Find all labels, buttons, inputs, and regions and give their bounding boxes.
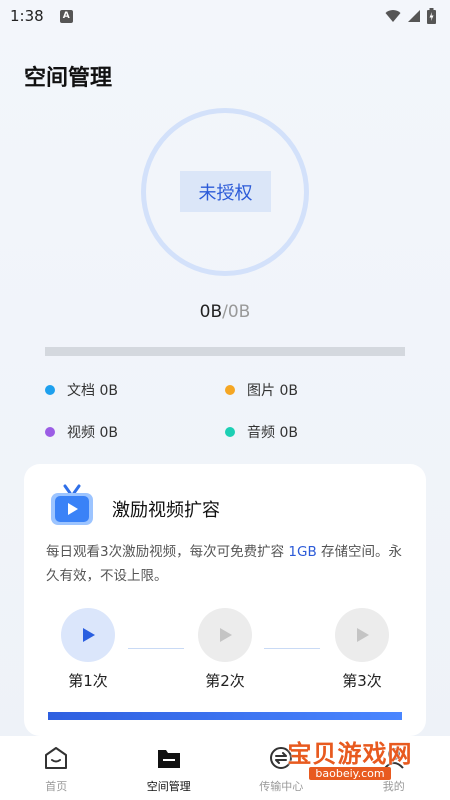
reward-video-card: 激励视频扩容 每日观看3次激励视频，每次可免费扩容 1GB 存储空间。永久有效，… — [24, 464, 426, 736]
authorization-status-button[interactable]: 未授权 — [180, 171, 271, 212]
reward-card-description: 每日观看3次激励视频，每次可免费扩容 1GB 存储空间。永久有效，不设上限。 — [46, 540, 410, 588]
storage-usage: 0B/0B — [0, 302, 450, 322]
legend-images-label: 图片 0B — [247, 383, 298, 399]
legend-documents-label: 文档 0B — [67, 383, 118, 399]
step-3-label: 第3次 — [342, 672, 382, 690]
page-title: 空间管理 — [24, 66, 113, 91]
nav-label-home: 首页 — [45, 780, 68, 793]
battery-icon — [427, 8, 436, 24]
folder-icon — [155, 744, 183, 772]
reward-card-title: 激励视频扩容 — [112, 500, 220, 521]
legend-audio: 音频 0B — [225, 422, 298, 442]
play-icon — [83, 628, 95, 642]
watermark-logo: 宝贝游戏网 baobeiy.com — [275, 706, 425, 782]
legend-audio-label: 音频 0B — [247, 425, 298, 441]
legend-videos: 视频 0B — [45, 422, 118, 442]
storage-used: 0B — [199, 302, 223, 322]
cellular-signal-icon — [408, 10, 420, 22]
reward-desc-highlight: 1GB — [288, 544, 317, 560]
home-icon — [42, 744, 70, 772]
play-icon — [357, 628, 369, 642]
storage-progress-bar — [45, 347, 405, 356]
wifi-icon — [385, 10, 401, 22]
legend-videos-label: 视频 0B — [67, 425, 118, 441]
nav-item-space-management[interactable]: 空间管理 — [113, 736, 226, 800]
watermark-text: 宝贝游戏网 — [287, 740, 413, 768]
watch-video-1-button[interactable] — [61, 608, 115, 662]
legend-images: 图片 0B — [225, 380, 298, 400]
notification-icon: A — [59, 9, 73, 23]
watch-video-3-button[interactable] — [335, 608, 389, 662]
watch-video-2-button[interactable] — [198, 608, 252, 662]
legend-videos-dot — [45, 427, 55, 437]
watermark-url: baobeiy.com — [309, 767, 391, 780]
step-connector — [128, 648, 184, 649]
reward-desc-text: 每日观看3次激励视频，每次可免费扩容 — [46, 544, 289, 560]
storage-total: 0B — [227, 302, 251, 322]
step-1-label: 第1次 — [68, 672, 108, 690]
legend-audio-dot — [225, 427, 235, 437]
status-indicators — [385, 8, 436, 24]
step-connector — [264, 648, 320, 649]
nav-label-space-management: 空间管理 — [146, 780, 191, 793]
tv-video-icon — [51, 484, 93, 525]
nav-item-home[interactable]: 首页 — [0, 736, 113, 800]
legend-documents: 文档 0B — [45, 380, 118, 400]
legend-images-dot — [225, 385, 235, 395]
play-icon — [220, 628, 232, 642]
status-time: 1:38 — [10, 7, 44, 25]
step-2-label: 第2次 — [205, 672, 245, 690]
status-bar: 1:38 A — [0, 0, 450, 32]
legend-documents-dot — [45, 385, 55, 395]
